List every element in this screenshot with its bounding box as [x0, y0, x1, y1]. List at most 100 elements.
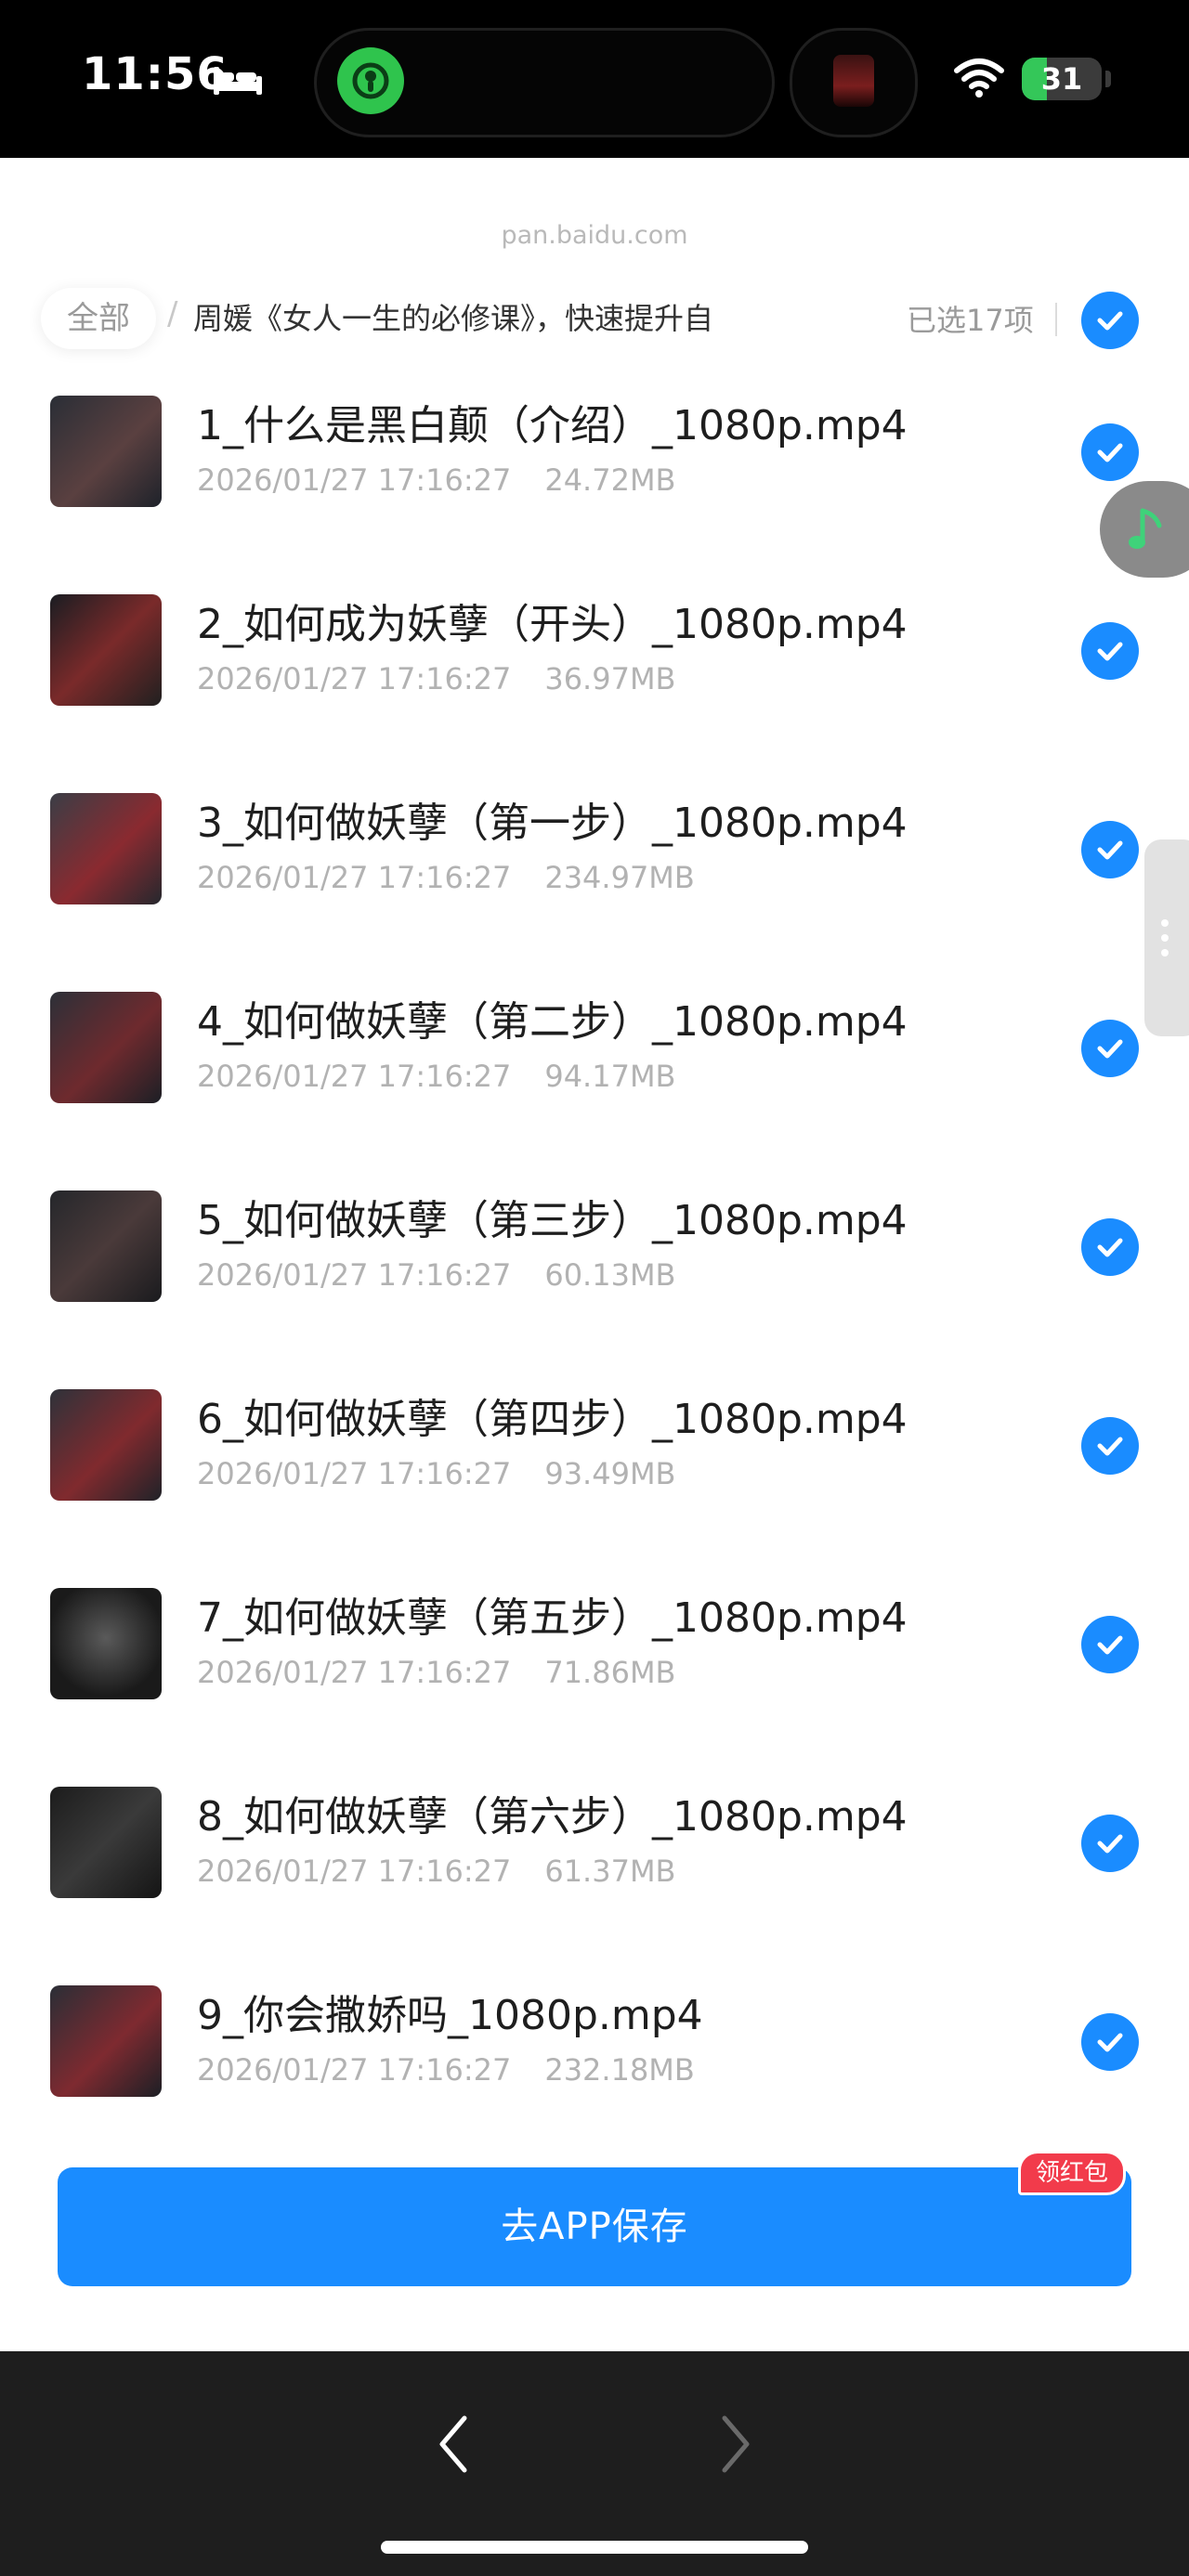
check-icon [1097, 1834, 1123, 1854]
file-meta: 2026/01/27 17:16:27 61.37MB [197, 1854, 676, 1889]
file-date: 2026/01/27 17:16:27 [197, 2052, 512, 2088]
chevron-left-icon[interactable] [435, 2411, 472, 2478]
file-row[interactable]: 6_如何做妖孽（第四步）_1080p.mp4 2026/01/27 17:16:… [0, 1367, 1189, 1566]
file-date: 2026/01/27 17:16:27 [197, 1854, 512, 1889]
file-size: 24.72MB [544, 462, 676, 498]
save-to-app-button[interactable]: 去APP保存 [58, 2167, 1131, 2286]
file-name: 2_如何成为妖孽（开头）_1080p.mp4 [197, 601, 908, 648]
file-meta: 2026/01/27 17:16:27 24.72MB [197, 462, 676, 498]
file-checkbox[interactable] [1081, 622, 1139, 680]
file-size: 93.49MB [544, 1456, 676, 1491]
check-icon [1097, 642, 1123, 661]
check-icon [1097, 1635, 1123, 1655]
check-icon [1097, 311, 1123, 331]
file-size: 234.97MB [544, 860, 695, 895]
file-row[interactable]: 1_什么是黑白颠（介绍）_1080p.mp4 2026/01/27 17:16:… [0, 373, 1189, 572]
wifi-icon [954, 59, 1004, 98]
check-icon [1097, 1437, 1123, 1456]
status-bar: 11:56 31 百度网盘分享 pan.baidu.com [0, 0, 1189, 250]
select-all-checkbox[interactable] [1081, 292, 1139, 349]
battery-indicator: 31 [1022, 58, 1102, 100]
close-icon[interactable] [48, 184, 100, 236]
file-checkbox[interactable] [1081, 1218, 1139, 1276]
file-checkbox[interactable] [1081, 1020, 1139, 1077]
selected-count: 已选17项 [907, 303, 1034, 338]
check-icon [1097, 840, 1123, 860]
file-name: 6_如何做妖孽（第四步）_1080p.mp4 [197, 1396, 908, 1443]
battery-label: 31 [1040, 61, 1083, 97]
video-thumbnail [50, 992, 162, 1103]
file-row[interactable]: 3_如何做妖孽（第一步）_1080p.mp4 2026/01/27 17:16:… [0, 771, 1189, 969]
dynamic-island [314, 28, 775, 137]
bed-icon [214, 67, 262, 95]
file-row[interactable]: 2_如何成为妖孽（开头）_1080p.mp4 2026/01/27 17:16:… [0, 572, 1189, 771]
file-meta: 2026/01/27 17:16:27 94.17MB [197, 1059, 676, 1094]
file-name: 9_你会撒娇吗_1080p.mp4 [197, 1992, 703, 2039]
file-checkbox[interactable] [1081, 821, 1139, 878]
red-packet-badge[interactable]: 领红包 [1018, 2151, 1127, 2195]
floating-side-handle[interactable] [1144, 839, 1189, 1036]
clock: 11:56 [82, 48, 229, 100]
file-name: 4_如何做妖孽（第二步）_1080p.mp4 [197, 998, 908, 1046]
page-url: pan.baidu.com [501, 221, 688, 250]
check-icon [1097, 1039, 1123, 1059]
now-playing-island [790, 28, 918, 137]
check-icon [1097, 443, 1123, 462]
video-thumbnail [50, 396, 162, 507]
video-thumbnail [50, 1389, 162, 1501]
floating-music-button[interactable] [1100, 481, 1189, 578]
file-row[interactable]: 8_如何做妖孽（第六步）_1080p.mp4 2026/01/27 17:16:… [0, 1764, 1189, 1963]
file-size: 36.97MB [544, 661, 676, 696]
chevron-right-icon[interactable] [717, 2411, 754, 2478]
file-meta: 2026/01/27 17:16:27 60.13MB [197, 1257, 676, 1293]
file-size: 71.86MB [544, 1655, 676, 1690]
video-thumbnail [50, 1588, 162, 1699]
file-date: 2026/01/27 17:16:27 [197, 1059, 512, 1094]
file-row[interactable]: 4_如何做妖孽（第二步）_1080p.mp4 2026/01/27 17:16:… [0, 969, 1189, 1168]
file-name: 3_如何做妖孽（第一步）_1080p.mp4 [197, 800, 908, 847]
file-checkbox[interactable] [1081, 1417, 1139, 1475]
file-size: 232.18MB [544, 2052, 695, 2088]
file-row[interactable]: 5_如何做妖孽（第三步）_1080p.mp4 2026/01/27 17:16:… [0, 1168, 1189, 1367]
file-name: 5_如何做妖孽（第三步）_1080p.mp4 [197, 1197, 908, 1244]
video-thumbnail [50, 1787, 162, 1898]
home-indicator[interactable] [381, 2541, 808, 2554]
page-title: 百度网盘分享 [466, 176, 723, 223]
album-art [833, 55, 874, 107]
app-activity-icon [337, 47, 404, 114]
file-meta: 2026/01/27 17:16:27 232.18MB [197, 2052, 695, 2088]
bottom-action-bar: 去APP保存 领红包 [0, 2132, 1189, 2351]
file-name: 7_如何做妖孽（第五步）_1080p.mp4 [197, 1594, 908, 1642]
file-name: 1_什么是黑白颠（介绍）_1080p.mp4 [197, 402, 908, 449]
file-date: 2026/01/27 17:16:27 [197, 1456, 512, 1491]
check-icon [1097, 2033, 1123, 2052]
file-meta: 2026/01/27 17:16:27 71.86MB [197, 1655, 676, 1690]
file-date: 2026/01/27 17:16:27 [197, 1257, 512, 1293]
file-checkbox[interactable] [1081, 2013, 1139, 2071]
breadcrumb-separator: / [167, 295, 178, 332]
file-checkbox[interactable] [1081, 1815, 1139, 1872]
battery-nub [1105, 71, 1111, 87]
video-thumbnail [50, 793, 162, 904]
file-date: 2026/01/27 17:16:27 [197, 462, 512, 498]
file-date: 2026/01/27 17:16:27 [197, 1655, 512, 1690]
file-meta: 2026/01/27 17:16:27 234.97MB [197, 860, 695, 895]
more-icon[interactable] [1087, 199, 1143, 217]
check-icon [1097, 1238, 1123, 1257]
video-thumbnail [50, 1190, 162, 1302]
breadcrumb-root[interactable]: 全部 [41, 288, 156, 349]
file-checkbox[interactable] [1081, 1616, 1139, 1673]
file-meta: 2026/01/27 17:16:27 93.49MB [197, 1456, 676, 1491]
file-date: 2026/01/27 17:16:27 [197, 860, 512, 895]
breadcrumb: 全部 / 周媛《女人一生的必修课》，快速提升自 已选17项 [0, 269, 1189, 373]
file-checkbox[interactable] [1081, 423, 1139, 481]
file-size: 94.17MB [544, 1059, 676, 1094]
file-row[interactable]: 7_如何做妖孽（第五步）_1080p.mp4 2026/01/27 17:16:… [0, 1566, 1189, 1764]
divider [1055, 303, 1057, 336]
breadcrumb-folder[interactable]: 周媛《女人一生的必修课》，快速提升自 [193, 295, 769, 338]
file-size: 60.13MB [544, 1257, 676, 1293]
file-date: 2026/01/27 17:16:27 [197, 661, 512, 696]
browser-toolbar [0, 2351, 1189, 2576]
file-size: 61.37MB [544, 1854, 676, 1889]
drag-handle-icon [1161, 919, 1169, 956]
